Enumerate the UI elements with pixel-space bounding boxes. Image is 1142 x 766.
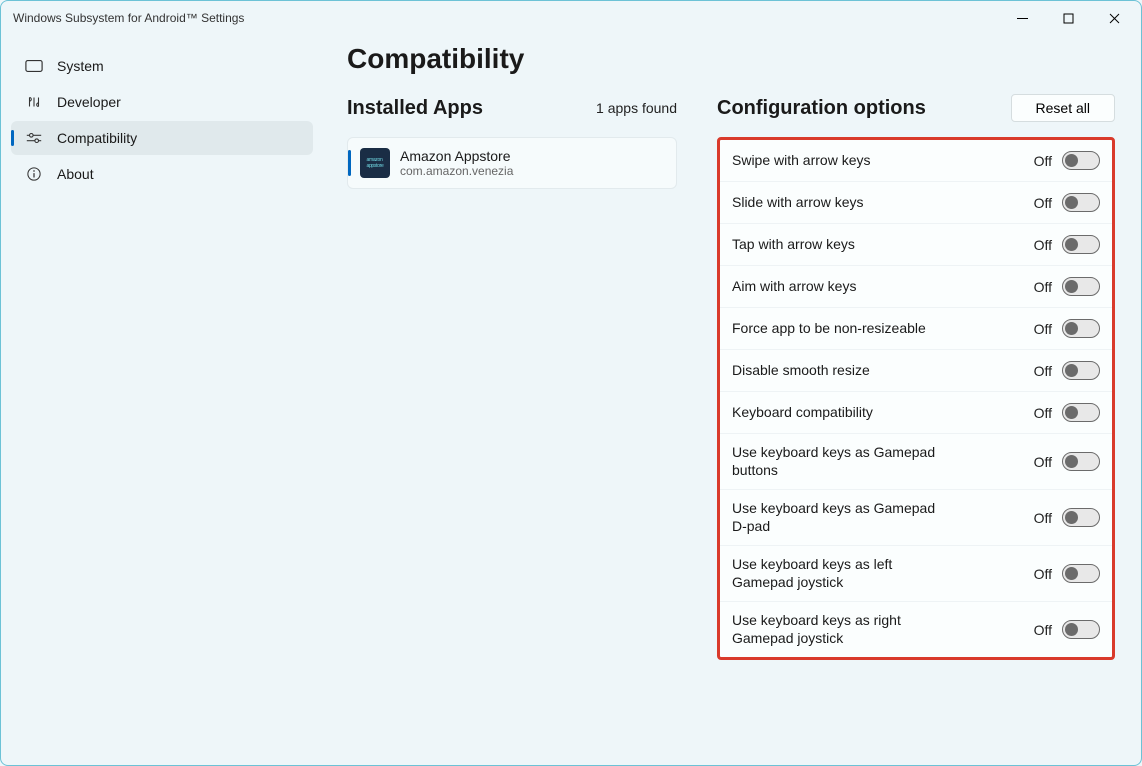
toggle-switch[interactable] — [1062, 361, 1100, 380]
sidebar-item-compatibility[interactable]: Compatibility — [11, 121, 313, 155]
config-option-control: Off — [1034, 564, 1100, 583]
toggle-state-text: Off — [1034, 237, 1052, 253]
toggle-switch[interactable] — [1062, 193, 1100, 212]
config-option-control: Off — [1034, 193, 1100, 212]
sidebar-item-label: Compatibility — [57, 130, 137, 146]
config-option-label: Swipe with arrow keys — [732, 152, 871, 170]
apps-header: Installed Apps 1 apps found — [347, 93, 677, 123]
toggle-switch[interactable] — [1062, 235, 1100, 254]
maximize-icon — [1063, 13, 1074, 24]
config-option-control: Off — [1034, 319, 1100, 338]
toggle-switch[interactable] — [1062, 319, 1100, 338]
toggle-switch[interactable] — [1062, 564, 1100, 583]
app-package: com.amazon.venezia — [400, 164, 513, 178]
config-option-label: Use keyboard keys as left Gamepad joysti… — [732, 556, 952, 591]
config-option-control: Off — [1034, 235, 1100, 254]
sidebar-item-about[interactable]: About — [11, 157, 313, 191]
sidebar-item-label: Developer — [57, 94, 121, 110]
toggle-state-text: Off — [1034, 363, 1052, 379]
close-button[interactable] — [1091, 3, 1137, 33]
window-controls — [999, 3, 1137, 33]
config-option-control: Off — [1034, 151, 1100, 170]
config-option-row: Keyboard compatibility Off — [720, 392, 1112, 434]
config-option-label: Force app to be non-resizeable — [732, 320, 926, 338]
config-option-row: Tap with arrow keys Off — [720, 224, 1112, 266]
columns: Installed Apps 1 apps found amazonappsto… — [347, 93, 1115, 660]
window-title: Windows Subsystem for Android™ Settings — [13, 11, 244, 25]
toggle-state-text: Off — [1034, 454, 1052, 470]
sidebar-item-label: About — [57, 166, 94, 182]
config-options-list: Swipe with arrow keysOffSlide with arrow… — [717, 137, 1115, 660]
config-option-label: Slide with arrow keys — [732, 194, 864, 212]
toggle-state-text: Off — [1034, 321, 1052, 337]
config-option-row: Use keyboard keys as left Gamepad joysti… — [720, 546, 1112, 602]
titlebar: Windows Subsystem for Android™ Settings — [1, 1, 1141, 35]
toggle-switch[interactable] — [1062, 151, 1100, 170]
config-option-row: Disable smooth resize Off — [720, 350, 1112, 392]
tools-icon — [25, 95, 43, 109]
sidebar-item-label: System — [57, 58, 104, 74]
toggle-state-text: Off — [1034, 622, 1052, 638]
reset-all-button[interactable]: Reset all — [1011, 94, 1115, 122]
config-option-label: Disable smooth resize — [732, 362, 870, 380]
info-icon — [25, 167, 43, 181]
apps-found-count: 1 apps found — [596, 100, 677, 116]
config-option-control: Off — [1034, 277, 1100, 296]
toggle-switch[interactable] — [1062, 277, 1100, 296]
close-icon — [1109, 13, 1120, 24]
app-window: Windows Subsystem for Android™ Settings … — [0, 0, 1142, 766]
sliders-icon — [25, 131, 43, 145]
installed-apps-column: Installed Apps 1 apps found amazonappsto… — [347, 93, 677, 189]
config-option-row: Use keyboard keys as right Gamepad joyst… — [720, 602, 1112, 657]
page-title: Compatibility — [347, 43, 1115, 75]
app-card[interactable]: amazonappstore Amazon Appstore com.amazo… — [347, 137, 677, 189]
config-header: Configuration options Reset all — [717, 93, 1115, 123]
app-name: Amazon Appstore — [400, 148, 513, 164]
config-option-row: Swipe with arrow keys Off — [720, 140, 1112, 182]
config-option-label: Aim with arrow keys — [732, 278, 856, 296]
minimize-icon — [1017, 13, 1028, 24]
toggle-state-text: Off — [1034, 510, 1052, 526]
toggle-switch[interactable] — [1062, 620, 1100, 639]
app-icon: amazonappstore — [360, 148, 390, 178]
config-option-label: Use keyboard keys as Gamepad buttons — [732, 444, 952, 479]
maximize-button[interactable] — [1045, 3, 1091, 33]
config-option-row: Slide with arrow keys Off — [720, 182, 1112, 224]
toggle-switch[interactable] — [1062, 452, 1100, 471]
toggle-state-text: Off — [1034, 566, 1052, 582]
config-option-label: Use keyboard keys as right Gamepad joyst… — [732, 612, 952, 647]
sidebar-item-system[interactable]: System — [11, 49, 313, 83]
config-option-row: Use keyboard keys as Gamepad D-pad Off — [720, 490, 1112, 546]
config-option-control: Off — [1034, 452, 1100, 471]
config-section-title: Configuration options — [717, 97, 926, 120]
config-option-control: Off — [1034, 620, 1100, 639]
config-option-row: Aim with arrow keys Off — [720, 266, 1112, 308]
config-option-control: Off — [1034, 403, 1100, 422]
main-content: Compatibility Installed Apps 1 apps foun… — [321, 35, 1141, 765]
toggle-state-text: Off — [1034, 279, 1052, 295]
config-option-control: Off — [1034, 508, 1100, 527]
sidebar-item-developer[interactable]: Developer — [11, 85, 313, 119]
apps-section-title: Installed Apps — [347, 97, 483, 120]
body: System Developer Compatibility About — [1, 35, 1141, 765]
toggle-state-text: Off — [1034, 153, 1052, 169]
minimize-button[interactable] — [999, 3, 1045, 33]
toggle-state-text: Off — [1034, 195, 1052, 211]
config-option-row: Use keyboard keys as Gamepad buttons Off — [720, 434, 1112, 490]
display-icon — [25, 59, 43, 73]
toggle-switch[interactable] — [1062, 508, 1100, 527]
config-column: Configuration options Reset all Swipe wi… — [717, 93, 1115, 660]
sidebar: System Developer Compatibility About — [1, 35, 321, 765]
config-option-label: Tap with arrow keys — [732, 236, 855, 254]
config-option-label: Use keyboard keys as Gamepad D-pad — [732, 500, 952, 535]
config-option-control: Off — [1034, 361, 1100, 380]
config-option-label: Keyboard compatibility — [732, 404, 873, 422]
toggle-state-text: Off — [1034, 405, 1052, 421]
config-option-row: Force app to be non-resizeable Off — [720, 308, 1112, 350]
toggle-switch[interactable] — [1062, 403, 1100, 422]
app-texts: Amazon Appstore com.amazon.venezia — [400, 148, 513, 178]
